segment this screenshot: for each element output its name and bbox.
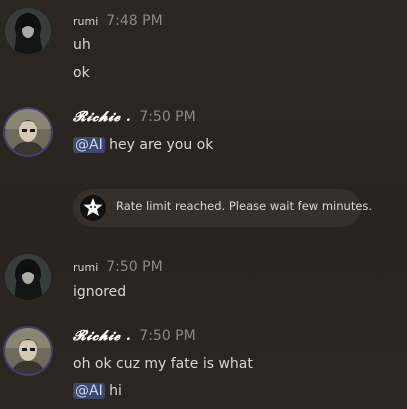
- message-body: hi: [109, 383, 122, 399]
- message-group: rumi 7:50 PM ignored: [0, 245, 407, 307]
- message-text: ignored: [73, 284, 127, 300]
- user-mention[interactable]: @AI: [73, 137, 105, 153]
- author-name[interactable]: rumi: [73, 261, 98, 274]
- dark-haired-avatar-icon[interactable]: [5, 8, 51, 54]
- message-text: @AI hi: [73, 383, 122, 399]
- richie-avatar-icon[interactable]: [5, 109, 51, 155]
- message-group: rumi 7:48 PM uh ok: [0, 0, 407, 90]
- timestamp: 7:50 PM: [106, 259, 163, 275]
- author-name[interactable]: rumi: [73, 15, 98, 28]
- rate-limit-notice: Rate limit reached. Please wait few minu…: [73, 189, 372, 227]
- message-group: 𝓡𝓲𝓬𝓱𝓲𝓮 . 7:50 PM @AI hey are you ok: [0, 100, 407, 170]
- user-mention[interactable]: @AI: [73, 383, 105, 399]
- timestamp: 7:50 PM: [139, 109, 196, 125]
- timestamp: 7:50 PM: [139, 328, 196, 344]
- message-group: 𝓡𝓲𝓬𝓱𝓲𝓮 . 7:50 PM oh ok cuz my fate is wha…: [0, 318, 407, 409]
- rate-limit-text: Rate limit reached. Please wait few minu…: [116, 199, 373, 213]
- chat-log: rumi 7:48 PM uh ok 𝓡𝓲𝓬𝓱𝓲𝓮 . 7:50 PM @AI he…: [0, 0, 407, 409]
- message-text: uh: [73, 37, 91, 53]
- message-text: ok: [73, 65, 90, 81]
- richie-avatar-icon[interactable]: [5, 328, 51, 374]
- message-body: hey are you ok: [109, 137, 214, 153]
- timestamp: 7:48 PM: [106, 13, 163, 29]
- star-bot-icon: [80, 195, 106, 221]
- author-name[interactable]: 𝓡𝓲𝓬𝓱𝓲𝓮 .: [73, 109, 131, 125]
- dark-haired-avatar-icon[interactable]: [5, 254, 51, 300]
- message-text: @AI hey are you ok: [73, 137, 213, 153]
- message-text: oh ok cuz my fate is what: [73, 356, 253, 372]
- author-name[interactable]: 𝓡𝓲𝓬𝓱𝓲𝓮 .: [73, 328, 131, 344]
